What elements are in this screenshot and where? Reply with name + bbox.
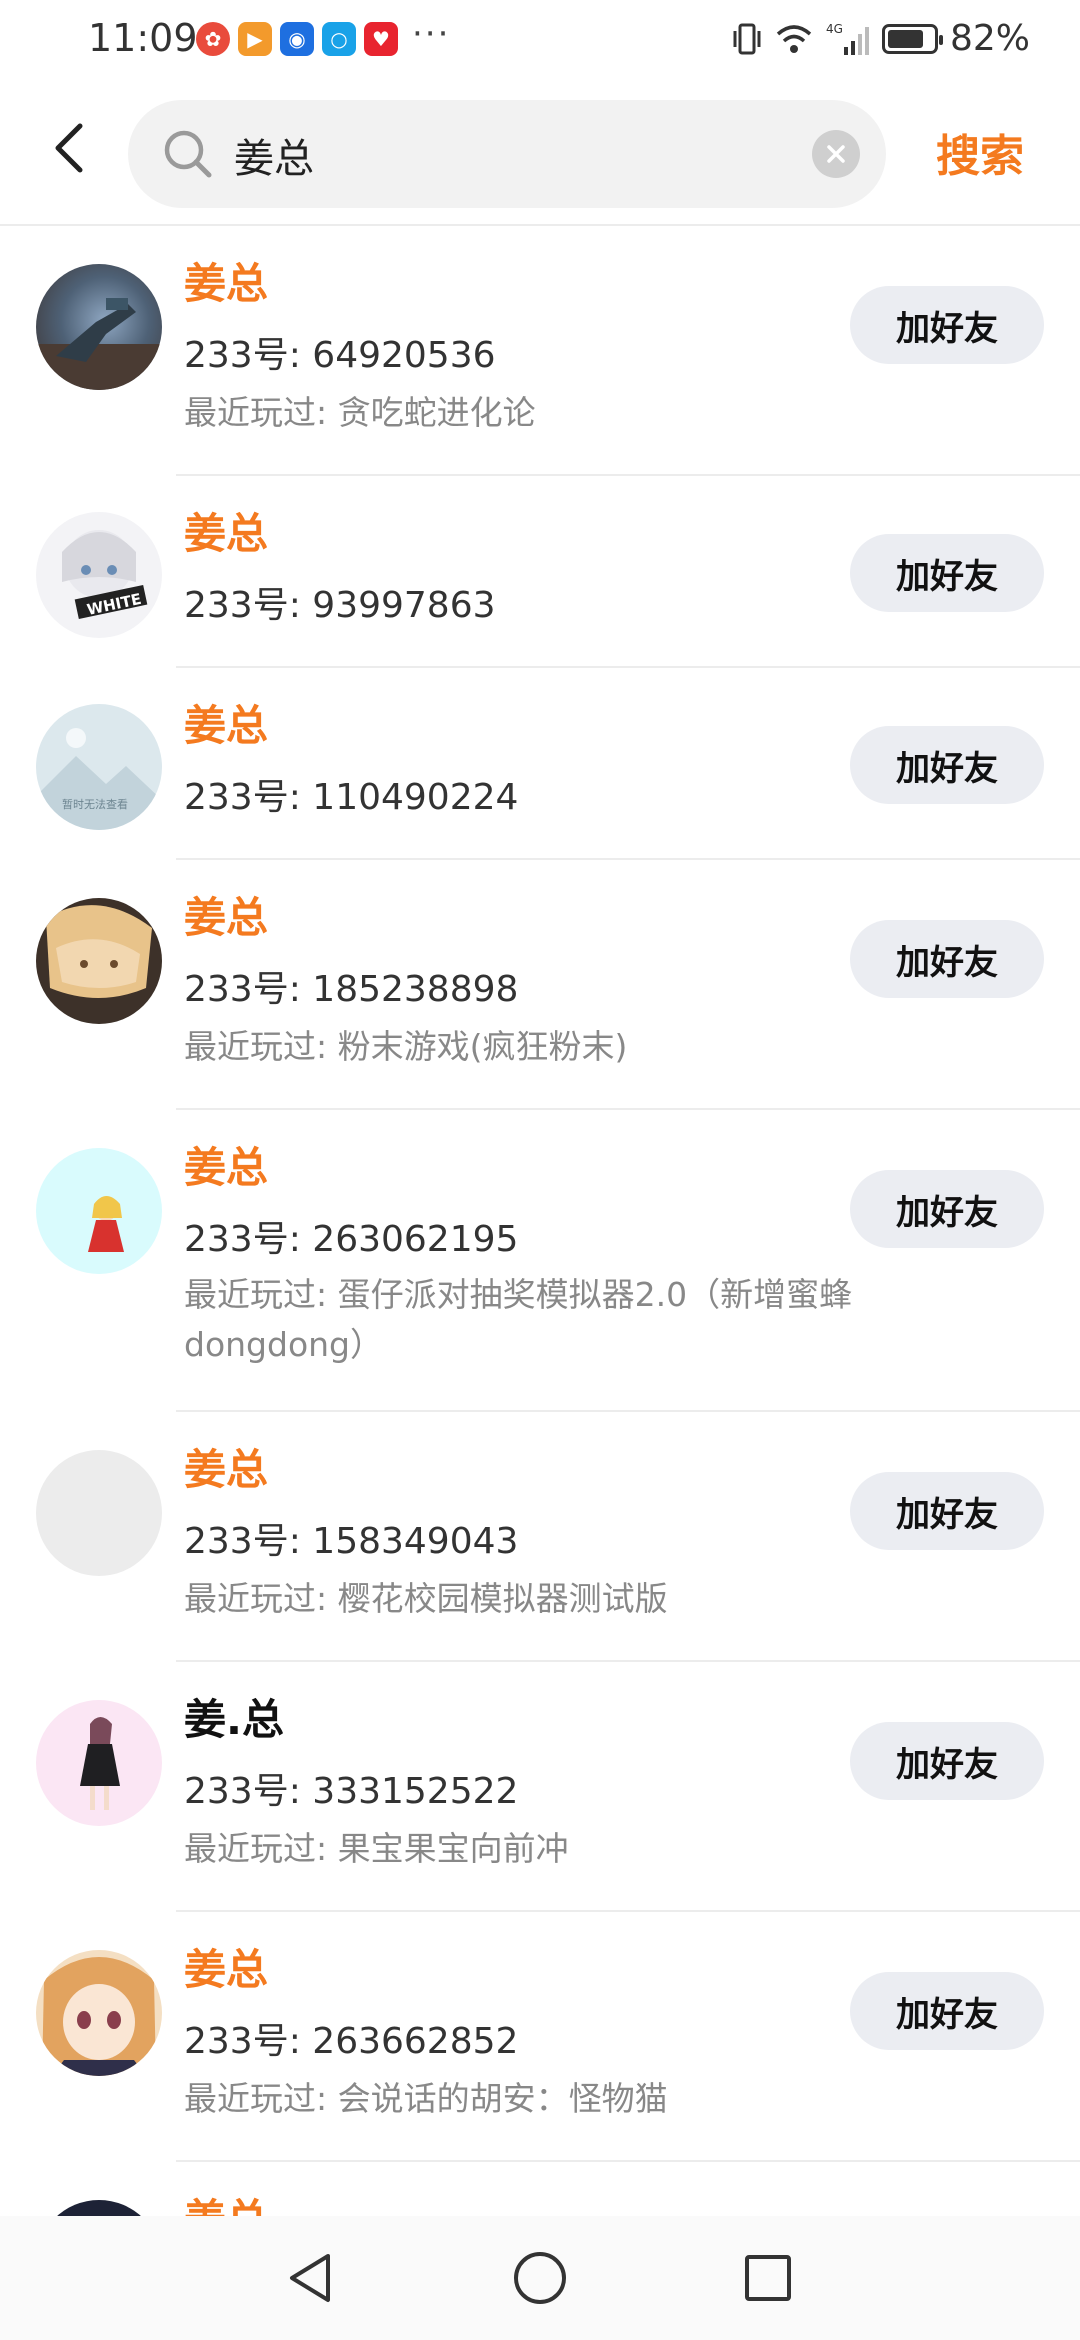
status-time: 11:09 (88, 16, 198, 60)
user-id: 233号: 333152522 (184, 1771, 519, 1812)
avatar-gothic-girl-image (80, 1717, 120, 1810)
recently-played: 最近玩过: 果宝果宝向前冲 (184, 1829, 569, 1868)
back-button[interactable] (40, 118, 100, 178)
avatar-orange-hair-girl-image (42, 1957, 156, 2076)
avatar[interactable] (36, 898, 162, 1024)
avatar-text: 暂时无法查看 (62, 797, 128, 811)
list-item[interactable]: 姜总 233号: 158349043 最近玩过: 樱花校园模拟器测试版 加好友 (0, 1412, 1080, 1662)
add-friend-button[interactable]: 加好友 (850, 920, 1044, 998)
user-name[interactable]: 姜总 (184, 1436, 268, 1497)
user-name[interactable]: 姜.总 (184, 1686, 284, 1747)
recently-played: 最近玩过: 会说话的胡安：怪物猫 (184, 2079, 668, 2118)
list-item[interactable]: 姜总 233号: 64920536 最近玩过: 贪吃蛇进化论 加好友 (0, 226, 1080, 476)
clear-search-button[interactable] (812, 130, 860, 178)
list-item[interactable]: 姜.总 233号: 333152522 最近玩过: 果宝果宝向前冲 加好友 (0, 1662, 1080, 1912)
battery-icon (881, 23, 943, 54)
add-friend-button[interactable]: 加好友 (850, 1722, 1044, 1800)
add-friend-button[interactable]: 加好友 (850, 1472, 1044, 1550)
avatar[interactable] (36, 1450, 162, 1576)
recently-played: 最近玩过: 樱花校园模拟器测试版 (184, 1579, 668, 1618)
search-header: 搜索 (0, 84, 1080, 226)
status-app-icons: ✿ ▶ ◉ ○ ♥ (196, 22, 398, 56)
results-list: 姜总 233号: 64920536 最近玩过: 贪吃蛇进化论 加好友 WHITE… (0, 226, 1080, 2326)
recently-played: 最近玩过: 粉末游戏(疯狂粉末) (184, 1027, 628, 1066)
avatar-excavator-image (36, 298, 162, 390)
wifi-icon (776, 24, 812, 53)
user-name[interactable]: 姜总 (184, 1936, 268, 1997)
user-name[interactable]: 姜总 (184, 1134, 268, 1195)
close-icon (827, 145, 845, 163)
user-name[interactable]: 姜总 (184, 692, 268, 753)
avatar[interactable]: 暂时无法查看 (36, 704, 162, 830)
list-item[interactable]: 姜总 233号: 185238898 最近玩过: 粉末游戏(疯狂粉末) 加好友 (0, 860, 1080, 1110)
list-item[interactable]: WHITE 姜总 233号: 93997863 加好友 (0, 476, 1080, 668)
avatar-blonde-anime-image (46, 905, 152, 998)
add-friend-button[interactable]: 加好友 (850, 1170, 1044, 1248)
user-id: 233号: 110490224 (184, 777, 519, 818)
list-item[interactable]: 姜总 233号: 263062195 最近玩过: 蛋仔派对抽奖模拟器2.0（新增… (0, 1110, 1080, 1412)
avatar[interactable] (36, 1950, 162, 2076)
search-icon (164, 130, 212, 178)
app-pinwheel-icon: ✿ (196, 22, 230, 56)
app-bulb-icon: ◉ (280, 22, 314, 56)
battery-fill (887, 29, 923, 48)
avatar-placeholder-image: 暂时无法查看 (36, 728, 162, 830)
screen: 11:09 ✿ ▶ ◉ ○ ♥ ··· 4G 82% 姜总 搜索 姜总 233号… (0, 0, 1080, 2340)
avatar[interactable] (36, 1148, 162, 1274)
home-circle-icon (514, 2252, 566, 2304)
search-box[interactable] (128, 100, 886, 208)
search-input[interactable] (232, 114, 796, 196)
avatar-girl-red-dress-image (88, 1196, 124, 1252)
app-video-icon: ▶ (238, 22, 272, 56)
user-id: 233号: 263062195 (184, 1219, 519, 1260)
app-heart-icon: ♥ (364, 22, 398, 56)
status-more-indicator: ··· (412, 14, 451, 54)
chevron-left-icon (55, 123, 83, 173)
add-friend-button[interactable]: 加好友 (850, 726, 1044, 804)
add-friend-button[interactable]: 加好友 (850, 534, 1044, 612)
status-right-group: 4G 82% (732, 18, 1030, 59)
user-id: 233号: 158349043 (184, 1521, 519, 1562)
user-name[interactable]: 姜总 (184, 250, 268, 311)
recently-played: 最近玩过: 蛋仔派对抽奖模拟器2.0（新增蜜蜂dongdong） (184, 1275, 853, 1364)
list-item[interactable]: 暂时无法查看 姜总 233号: 110490224 加好友 (0, 668, 1080, 860)
nav-recents-button[interactable] (730, 2240, 806, 2316)
battery-percent: 82% (949, 18, 1030, 59)
user-name[interactable]: 姜总 (184, 884, 268, 945)
system-nav-bar (0, 2216, 1080, 2340)
search-button[interactable]: 搜索 (936, 120, 1024, 184)
add-friend-button[interactable]: 加好友 (850, 1972, 1044, 2050)
user-name[interactable]: 姜总 (184, 500, 268, 561)
vibrate-icon (733, 23, 761, 54)
recently-played: 最近玩过: 贪吃蛇进化论 (184, 393, 536, 432)
user-id: 233号: 263662852 (184, 2021, 519, 2062)
nav-back-button[interactable] (272, 2240, 348, 2316)
avatar[interactable]: WHITE (36, 512, 162, 638)
user-id: 233号: 185238898 (184, 969, 519, 1010)
add-friend-button[interactable]: 加好友 (850, 286, 1044, 364)
avatar-anime-white-image: WHITE (62, 530, 148, 620)
svg-text:4G: 4G (826, 22, 843, 36)
avatar[interactable] (36, 264, 162, 390)
user-id: 233号: 64920536 (184, 335, 496, 376)
signal-4g-icon: 4G (826, 22, 869, 55)
app-search-icon: ○ (322, 22, 356, 56)
recents-square-icon (745, 2255, 791, 2301)
nav-home-button[interactable] (502, 2240, 578, 2316)
status-bar: 11:09 ✿ ▶ ◉ ○ ♥ ··· 4G 82% (0, 0, 1080, 84)
user-id: 233号: 93997863 (184, 585, 496, 626)
list-item[interactable]: 姜总 233号: 263662852 最近玩过: 会说话的胡安：怪物猫 加好友 (0, 1912, 1080, 2162)
avatar[interactable] (36, 1700, 162, 1826)
back-triangle-icon (290, 2254, 330, 2302)
